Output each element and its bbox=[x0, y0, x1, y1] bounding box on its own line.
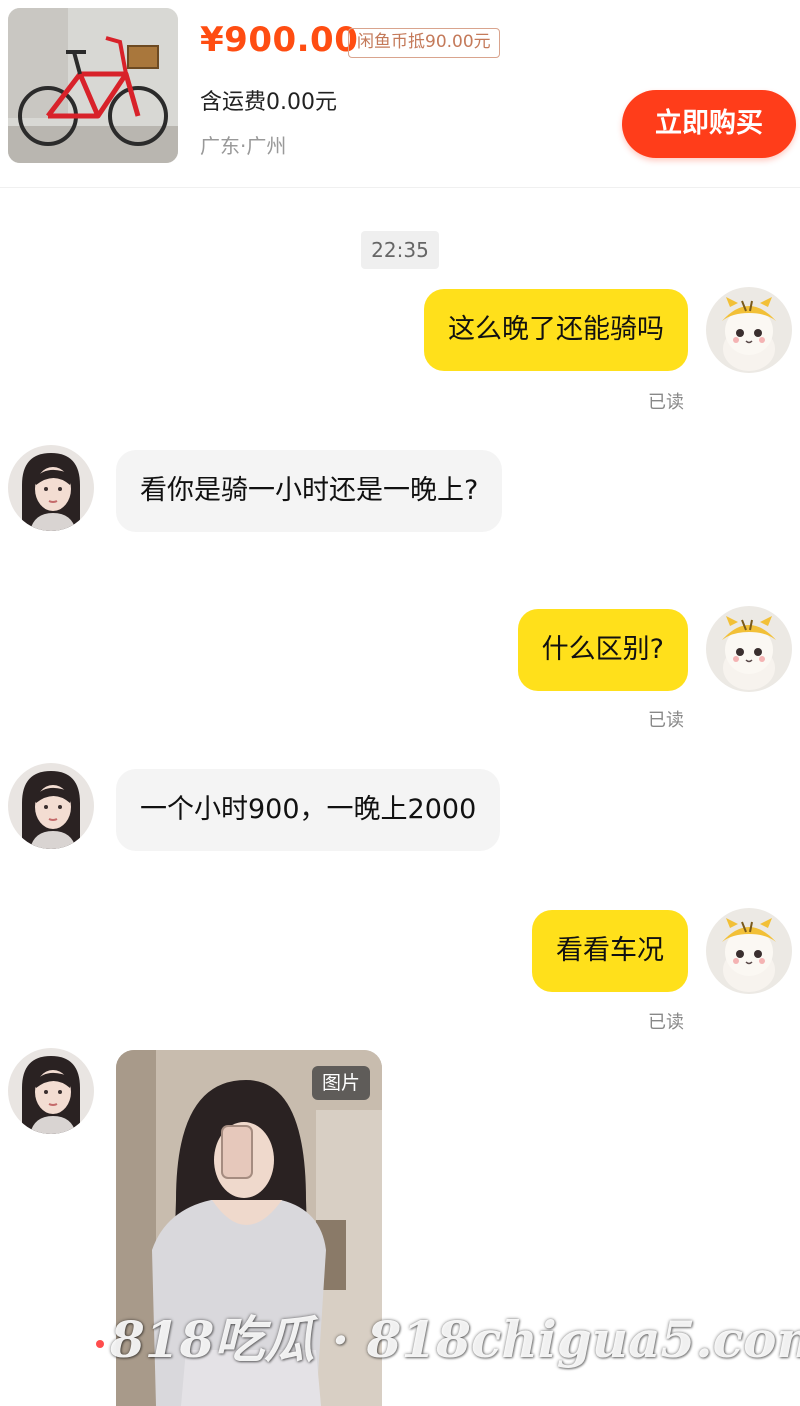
seller-avatar[interactable] bbox=[8, 1048, 94, 1134]
watermark: 818吃瓜 · 818chigua5.com bbox=[96, 1300, 800, 1380]
my-message-bubble[interactable]: 什么区别? bbox=[517, 609, 688, 691]
cartoon-tiger-hat-avatar-icon bbox=[706, 287, 792, 373]
watermark-dot-icon bbox=[96, 1340, 104, 1348]
product-card[interactable]: ¥900.00 闲鱼币抵90.00元 含运费0.00元 广东·广州 立即购买 bbox=[0, 0, 800, 188]
read-status: 已读 bbox=[648, 1012, 684, 1033]
image-tag: 图片 bbox=[311, 1066, 370, 1100]
watermark-text: 818吃瓜 · 818chigua5.com bbox=[110, 1310, 800, 1369]
cartoon-tiger-hat-avatar-icon bbox=[706, 908, 792, 994]
read-status: 已读 bbox=[648, 710, 684, 731]
red-bicycle-photo-icon bbox=[8, 8, 178, 163]
read-status: 已读 bbox=[648, 392, 684, 413]
chat-timestamp: 22:35 bbox=[361, 231, 439, 269]
girl-avatar-icon bbox=[8, 445, 94, 531]
seller-location: 广东·广州 bbox=[200, 134, 287, 158]
chat-page: ¥900.00 闲鱼币抵90.00元 含运费0.00元 广东·广州 立即购买 2… bbox=[0, 0, 800, 1406]
seller-message-bubble[interactable]: 看你是骑一小时还是一晚上? bbox=[116, 450, 503, 532]
cartoon-tiger-hat-avatar-icon bbox=[706, 606, 792, 692]
my-avatar[interactable] bbox=[706, 287, 792, 373]
my-message-bubble[interactable]: 看看车况 bbox=[532, 910, 688, 992]
seller-avatar[interactable] bbox=[8, 763, 94, 849]
product-price: ¥900.00 bbox=[200, 20, 359, 60]
coin-discount-badge: 闲鱼币抵90.00元 bbox=[348, 28, 500, 58]
my-avatar[interactable] bbox=[706, 606, 792, 692]
buy-now-button[interactable]: 立即购买 bbox=[622, 90, 796, 158]
girl-avatar-icon bbox=[8, 763, 94, 849]
seller-avatar[interactable] bbox=[8, 445, 94, 531]
seller-message-bubble[interactable]: 一个小时900，一晚上2000 bbox=[116, 769, 501, 851]
shipping-fee: 含运费0.00元 bbox=[200, 90, 337, 115]
my-message-bubble[interactable]: 这么晚了还能骑吗 bbox=[424, 289, 688, 371]
product-thumbnail[interactable] bbox=[8, 8, 178, 163]
my-avatar[interactable] bbox=[706, 908, 792, 994]
girl-avatar-icon bbox=[8, 1048, 94, 1134]
